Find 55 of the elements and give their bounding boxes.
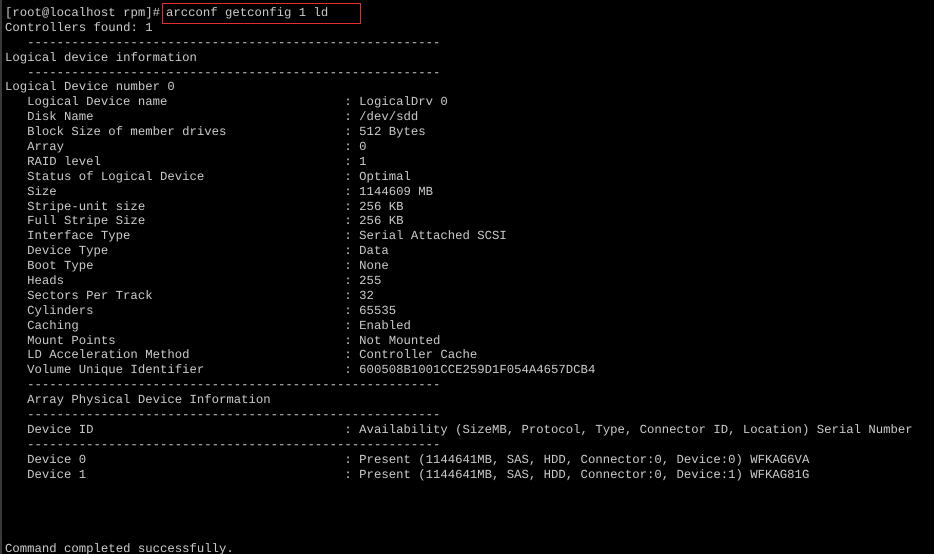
field-value: : 0 xyxy=(344,140,367,155)
dashed-rule: -------------------------------------------------------- xyxy=(27,66,440,80)
field-label: Device ID xyxy=(27,422,95,438)
dashed-rule: -------------------------------------------------------- xyxy=(27,408,440,423)
field-value: : Controller Cache xyxy=(344,348,478,364)
field-value: : 600508B1001CCE259D1F054A4657DCB4 xyxy=(344,363,596,378)
field-value: : LogicalDrv 0 xyxy=(344,95,448,110)
field-value: : 32 xyxy=(344,288,374,304)
output-line: Controllers found: 1 xyxy=(5,20,153,36)
field-value: : 512 Bytes xyxy=(344,125,426,140)
field-value: : /dev/sdd xyxy=(344,110,418,126)
field-label: Status of Logical Device xyxy=(27,170,206,185)
field-value: : Present (1144641MB, SAS, HDD, Connector:0, Device:0) WFKAG6VA xyxy=(344,452,810,468)
shell-prompt: [root@localhost rpm]# xyxy=(5,6,160,21)
field-label: Device 1 xyxy=(27,468,88,483)
field-label: Volume Unique Identifier xyxy=(27,363,206,378)
field-value: : Not Mounted xyxy=(344,334,440,348)
field-label: RAID level xyxy=(27,154,102,170)
field-label: Interface Type xyxy=(27,229,132,244)
field-label: Array xyxy=(27,140,66,155)
field-label: Device Type xyxy=(27,244,110,260)
field-label: Mount Points xyxy=(27,334,117,348)
field-label: LD Acceleration Method xyxy=(27,348,190,364)
field-value: : 255 xyxy=(344,274,382,289)
field-value: : Availability (SizeMB, Protocol, Type, Connector ID, Location) Serial Number xyxy=(344,422,913,438)
output-line: Logical device information xyxy=(5,50,197,66)
output-line: Logical Device number 0 xyxy=(5,80,175,96)
field-value: : Enabled xyxy=(344,318,411,334)
field-label: Heads xyxy=(27,274,66,289)
field-value: : 1 xyxy=(344,154,367,170)
field-value: : 1144609 MB xyxy=(344,184,433,200)
field-label: Boot Type xyxy=(27,259,95,274)
field-label: Size xyxy=(27,184,58,200)
field-value: : 256 KB xyxy=(344,214,404,230)
dashed-rule: -------------------------------------------------------- xyxy=(27,36,440,51)
field-value: : Present (1144641MB, SAS, HDD, Connector:0, Device:1) WFKAG81G xyxy=(344,468,810,483)
field-value: : 256 KB xyxy=(344,200,404,214)
section-heading: Array Physical Device Information xyxy=(27,393,271,408)
field-value: : Serial Attached SCSI xyxy=(344,229,507,244)
dashed-rule: -------------------------------------------------------- xyxy=(27,438,440,453)
field-value: : None xyxy=(344,259,389,274)
command-text: arcconf getconfig 1 ld xyxy=(162,3,362,24)
field-label: Full Stripe Size xyxy=(27,214,146,230)
field-value: : 65535 xyxy=(344,304,396,319)
field-label: Disk Name xyxy=(27,110,95,126)
field-value: : Data xyxy=(344,244,389,260)
dashed-rule: -------------------------------------------------------- xyxy=(27,378,440,394)
field-label: Stripe-unit size xyxy=(27,200,146,214)
field-label: Sectors Per Track xyxy=(27,288,154,304)
field-value: : Optimal xyxy=(344,170,411,185)
field-label: Logical Device name xyxy=(27,95,168,110)
field-label: Caching xyxy=(27,318,80,334)
field-label: Cylinders xyxy=(27,304,95,319)
field-label: Device 0 xyxy=(27,452,88,468)
field-label: Block Size of member drives xyxy=(27,125,228,140)
